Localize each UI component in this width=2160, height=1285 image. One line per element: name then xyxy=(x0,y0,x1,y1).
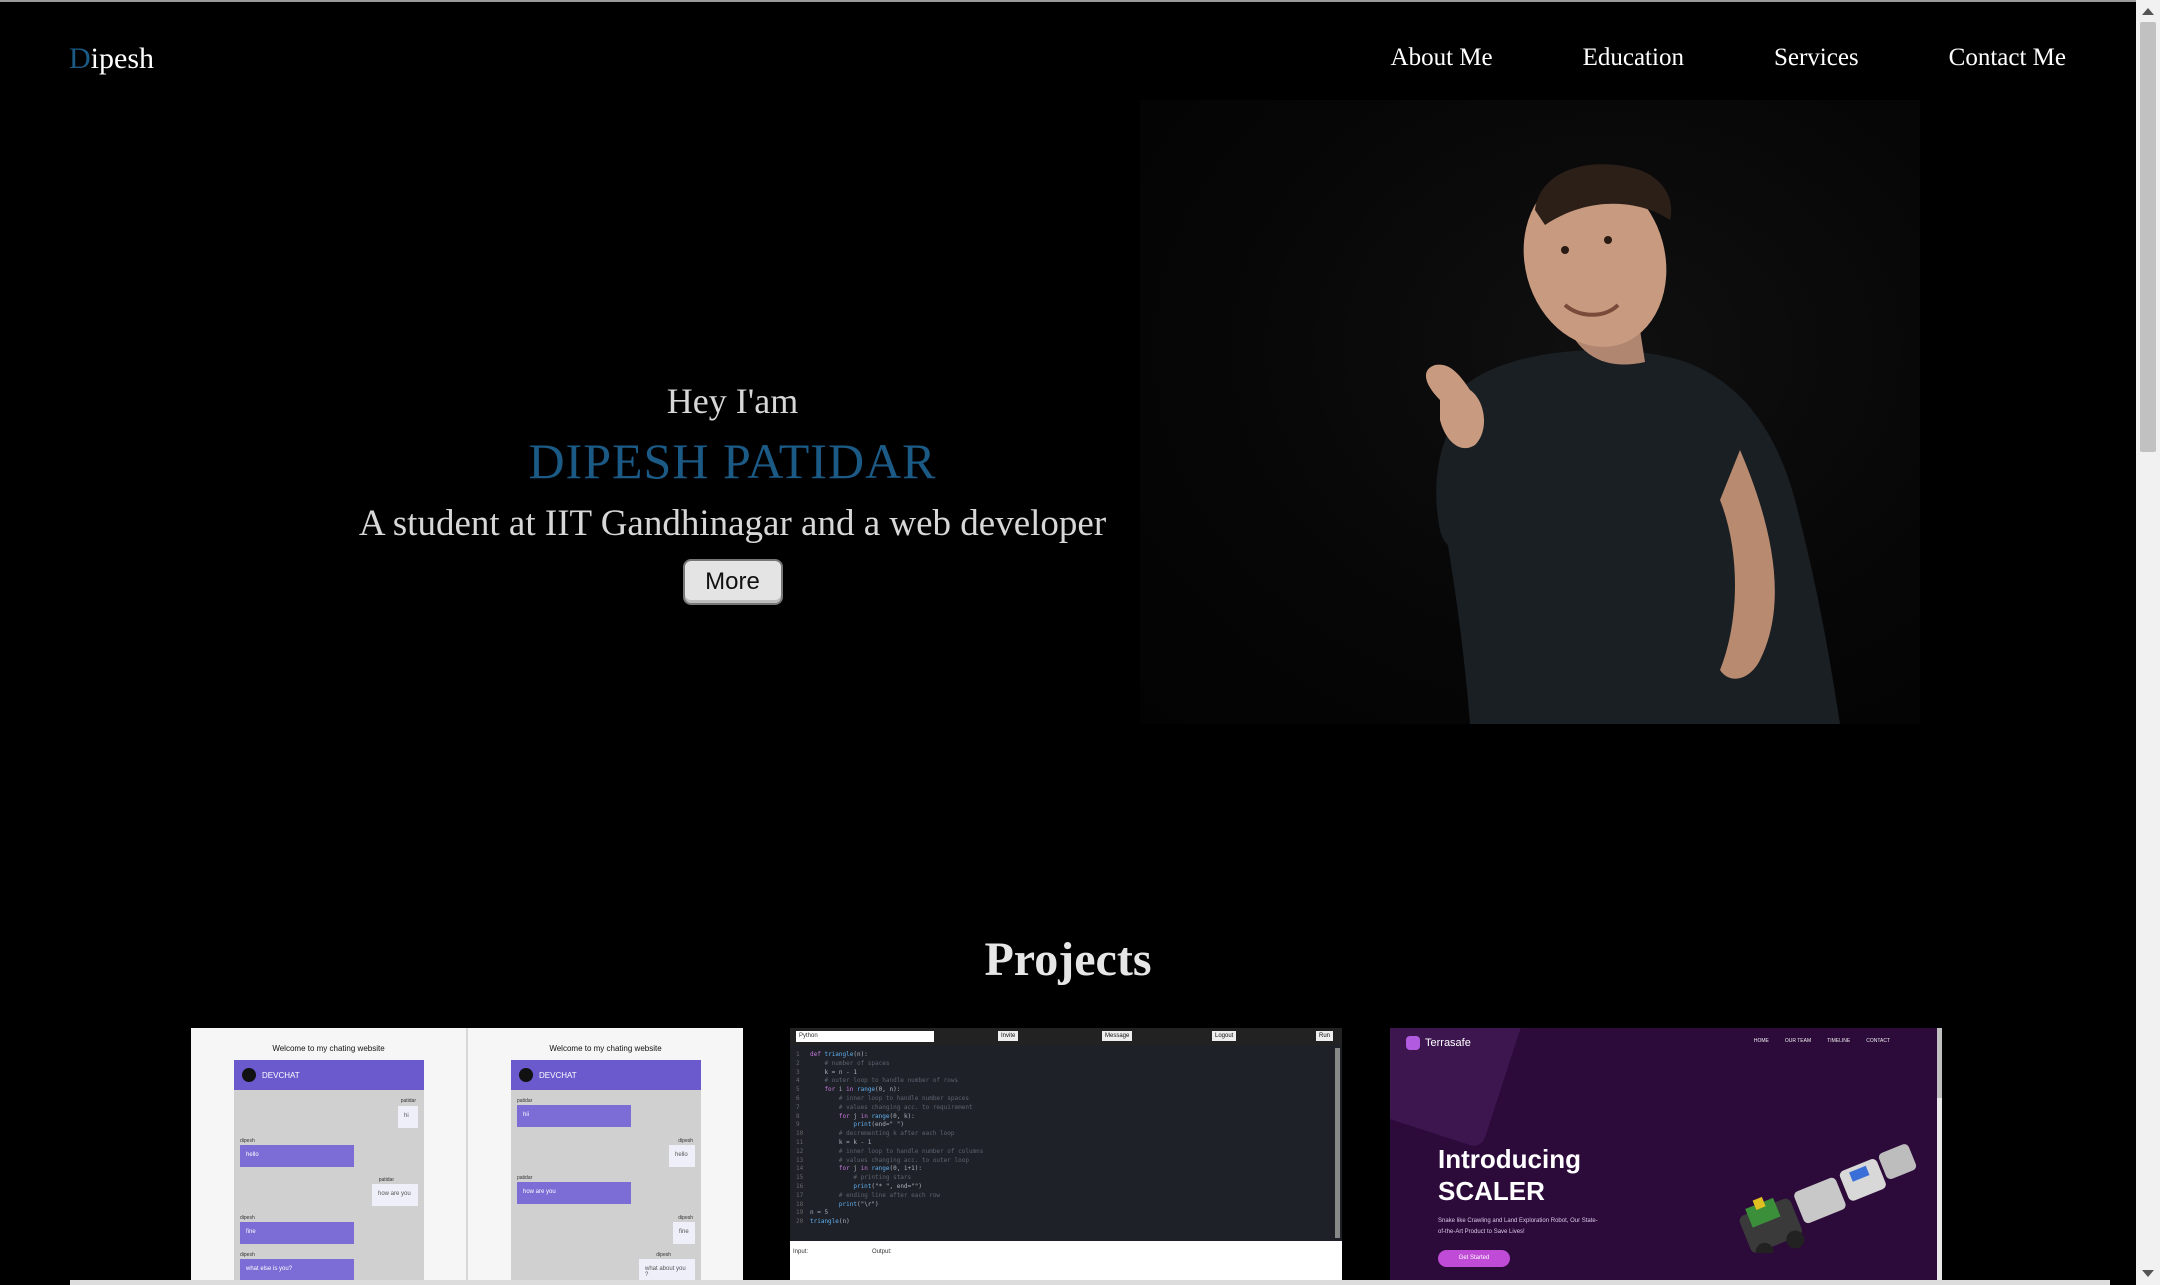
terrasafe-nav-contact[interactable]: CONTACT xyxy=(1866,1038,1890,1044)
nav-links: About Me Education Services Contact Me xyxy=(1391,44,2066,72)
chat-bubble: hii xyxy=(517,1105,631,1127)
profile-photo xyxy=(1140,100,1920,724)
logo-initial: D xyxy=(69,42,91,75)
chat-window: DEVCHAT patidar hii dipesh hello patidar… xyxy=(511,1060,701,1285)
chat-logo-icon xyxy=(242,1068,256,1082)
chat-user: patidar xyxy=(517,1098,533,1104)
editor-toolbar: Python xyxy=(790,1028,1342,1045)
chat-logo-icon xyxy=(519,1068,533,1082)
project-card-code-editor[interactable]: Python Invite Message Logout Run 1 def tr… xyxy=(790,1028,1342,1285)
logo-text: ipesh xyxy=(90,42,154,75)
headline-line-1: Introducing xyxy=(1438,1144,1581,1174)
chat-user: patidar xyxy=(400,1098,416,1104)
logout-button[interactable]: Logout xyxy=(1212,1031,1237,1041)
nav-link-services[interactable]: Services xyxy=(1774,44,1859,72)
chat-header: DEVCHAT xyxy=(511,1060,701,1090)
editor-scrollbar[interactable] xyxy=(1335,1048,1340,1238)
terrasafe-logo[interactable]: Terrasafe xyxy=(1406,1036,1471,1050)
chat-header: DEVCHAT xyxy=(234,1060,424,1090)
chat-window: DEVCHAT patidar hi dipesh hello patidar … xyxy=(234,1060,424,1285)
chat-bubble: what else is you? xyxy=(240,1259,354,1281)
robot-illustration xyxy=(1739,1144,1917,1253)
chat-user: patidar xyxy=(517,1175,533,1181)
run-button[interactable]: Run xyxy=(1316,1031,1334,1041)
chat-panel-right: Welcome to my chating website DEVCHAT pa… xyxy=(468,1028,743,1285)
person-illustration xyxy=(1425,164,1840,724)
scroll-up-arrow-icon[interactable] xyxy=(2142,8,2154,15)
projects-title: Projects xyxy=(984,933,1152,986)
terrasafe-brand: Terrasafe xyxy=(1425,1037,1471,1049)
nav-link-about-me[interactable]: About Me xyxy=(1391,44,1493,72)
chat-user: dipesh xyxy=(240,1138,255,1144)
chat-user: patidar xyxy=(378,1177,394,1183)
chat-user: dipesh xyxy=(678,1215,693,1221)
code-area[interactable]: 1 def triangle(n): 2 # number of spaces 3… xyxy=(790,1045,1342,1241)
chat-bubble: hello xyxy=(240,1145,354,1167)
chat-user: dipesh xyxy=(240,1252,255,1258)
chat-bubble: hi xyxy=(398,1106,418,1128)
chat-panel-left: Welcome to my chating website DEVCHAT pa… xyxy=(191,1028,466,1285)
terrasafe-nav-home[interactable]: HOME xyxy=(1754,1038,1769,1044)
chat-bubble: fine xyxy=(240,1222,354,1244)
headline-line-2: SCALER xyxy=(1438,1176,1545,1206)
nav-link-contact-me[interactable]: Contact Me xyxy=(1949,44,2066,72)
io-panel: Input: Output: xyxy=(790,1241,1342,1285)
terrasafe-nav-team[interactable]: OUR TEAM xyxy=(1785,1038,1811,1044)
site-logo[interactable]: Dipesh xyxy=(69,42,154,76)
terrasafe-nav-timeline[interactable]: TIMELINE xyxy=(1827,1038,1850,1044)
output-label: Output: xyxy=(872,1249,892,1255)
chat-user: dipesh xyxy=(656,1252,671,1258)
more-button[interactable]: More xyxy=(682,559,783,605)
chat-bubble: fine xyxy=(673,1222,695,1244)
chat-bubble: how are you xyxy=(372,1184,418,1206)
message-button[interactable]: Message xyxy=(1102,1031,1133,1041)
language-select[interactable]: Python xyxy=(796,1031,934,1042)
terrasafe-subtext: Snake like Crawling and Land Exploration… xyxy=(1438,1218,1598,1235)
page-scrollbar-thumb[interactable] xyxy=(2140,22,2156,452)
project-card-devchat[interactable]: Welcome to my chating website DEVCHAT pa… xyxy=(191,1028,743,1285)
chat-app-name: DEVCHAT xyxy=(539,1070,577,1080)
chat-bubble: what about you ? xyxy=(639,1259,695,1281)
terrasafe-headline: Introducing SCALER xyxy=(1438,1143,1581,1207)
chat-bubble: hello xyxy=(669,1145,695,1167)
chat-app-name: DEVCHAT xyxy=(262,1070,300,1080)
chat-heading: Welcome to my chating website xyxy=(549,1044,662,1053)
horizontal-scrollbar[interactable] xyxy=(70,1280,2110,1285)
get-started-button[interactable]: Get Started xyxy=(1438,1250,1510,1267)
project-card-terrasafe[interactable]: Terrasafe HOME OUR TEAM TIMELINE CONTACT… xyxy=(1390,1028,1942,1285)
chat-user: dipesh xyxy=(678,1138,693,1144)
input-label: Input: xyxy=(793,1249,809,1255)
chat-user: dipesh xyxy=(240,1215,255,1221)
chat-bubble: how are you xyxy=(517,1182,631,1204)
scroll-down-arrow-icon[interactable] xyxy=(2142,1270,2154,1277)
chat-heading: Welcome to my chating website xyxy=(272,1044,385,1053)
terrasafe-nav: HOME OUR TEAM TIMELINE CONTACT xyxy=(1754,1038,1890,1044)
invite-button[interactable]: Invite xyxy=(998,1031,1019,1041)
terrasafe-logo-icon xyxy=(1406,1036,1420,1050)
terrasafe-scrollbar[interactable] xyxy=(1937,1028,1942,1285)
nav-link-education[interactable]: Education xyxy=(1583,44,1684,72)
